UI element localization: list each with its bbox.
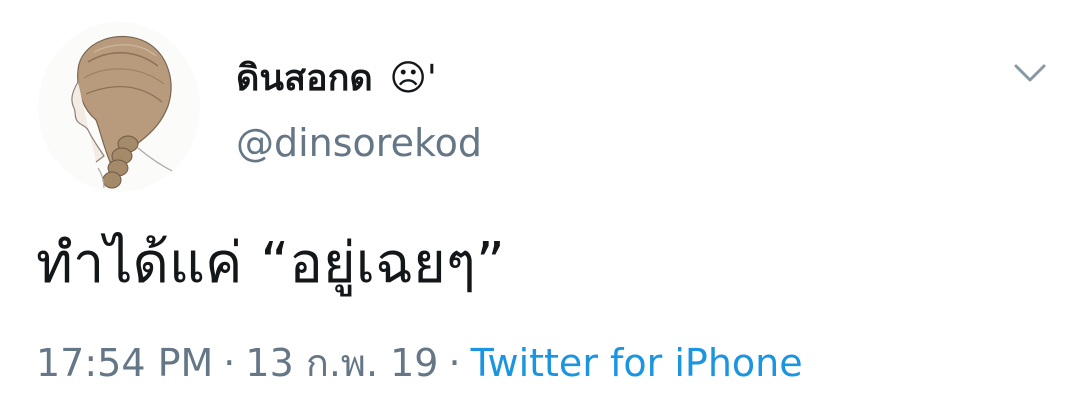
author-name-text: ดินสอกด bbox=[236, 58, 373, 99]
meta-separator: · bbox=[223, 341, 236, 385]
tweet-source-link[interactable]: Twitter for iPhone bbox=[471, 341, 803, 385]
tweet-menu-button[interactable] bbox=[1008, 56, 1052, 90]
tweet-time[interactable]: 17:54 PM bbox=[36, 341, 213, 385]
avatar[interactable] bbox=[38, 22, 200, 192]
tweet-date[interactable]: 13 ก.พ. 19 bbox=[245, 341, 438, 385]
chevron-down-icon bbox=[1014, 64, 1046, 82]
tweet-meta: 17:54 PM · 13 ก.พ. 19 · Twitter for iPhone bbox=[36, 336, 803, 390]
frowning-face-icon: ☹' bbox=[389, 58, 437, 99]
tweet-card: ดินสอกด ☹' @dinsorekod ทำได้แค่ “อยู่เฉย… bbox=[0, 0, 1080, 416]
author-handle[interactable]: @dinsorekod bbox=[236, 120, 482, 166]
author-display-name[interactable]: ดินสอกด ☹' bbox=[236, 56, 437, 102]
avatar-illustration-icon bbox=[71, 35, 175, 189]
meta-separator: · bbox=[448, 341, 461, 385]
tweet-text: ทำได้แค่ “อยู่เฉยๆ” bbox=[36, 231, 505, 296]
